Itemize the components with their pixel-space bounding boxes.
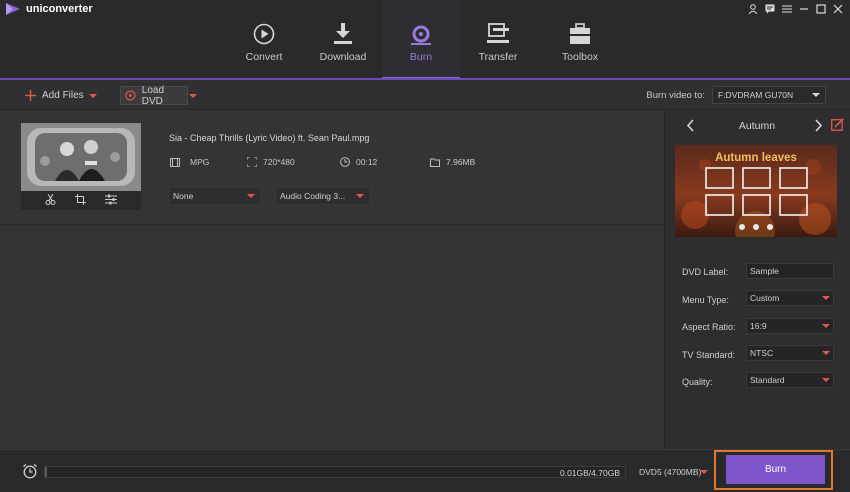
disc-capacity-bar: 0.01GB/4.70GB: [44, 466, 626, 478]
tab-convert[interactable]: Convert: [225, 0, 303, 80]
folder-icon: [430, 158, 440, 167]
add-files-button[interactable]: Add Files: [25, 87, 84, 104]
burn-video-to-label: Burn video to:: [646, 90, 705, 101]
dvd-disc-icon: [125, 90, 136, 101]
aspect-ratio-value: 16:9: [750, 321, 767, 331]
add-files-label: Add Files: [42, 90, 84, 101]
tab-download[interactable]: Download: [304, 0, 382, 80]
tab-burn-label: Burn: [409, 51, 433, 63]
tv-standard-value: NTSC: [750, 348, 774, 358]
burn-target-select[interactable]: F:DVDRAM GU70N: [712, 86, 826, 104]
next-template-icon[interactable]: [814, 119, 823, 137]
chevron-down-icon: [822, 296, 830, 300]
file-resolution: 720*480: [247, 157, 295, 167]
video-thumbnail-image: [21, 123, 141, 191]
adjust-sliders-icon[interactable]: [105, 192, 118, 210]
aspect-ratio-label: Aspect Ratio:: [682, 322, 736, 332]
chevron-down-icon: [812, 93, 820, 97]
dvd-label-input[interactable]: Sample: [746, 263, 834, 279]
file-format: MPG: [170, 157, 209, 167]
add-files-dropdown[interactable]: [89, 87, 97, 104]
maximize-icon[interactable]: [814, 2, 827, 16]
thumbnail-toolbar: [21, 191, 141, 210]
app-logo-icon: [6, 3, 20, 15]
file-size-value: 7.96MB: [446, 157, 476, 167]
video-thumbnail: [21, 123, 141, 210]
tab-transfer-label: Transfer: [478, 51, 518, 63]
message-icon[interactable]: [763, 2, 776, 16]
plus-icon: [25, 90, 36, 101]
quality-select[interactable]: Standard: [746, 372, 834, 388]
menu-icon[interactable]: [780, 2, 793, 16]
tab-convert-label: Convert: [245, 51, 283, 63]
chevron-down-icon: [822, 351, 830, 355]
quality-label: Quality:: [682, 377, 713, 387]
tab-download-label: Download: [319, 51, 367, 63]
quality-value: Standard: [750, 375, 785, 385]
app-window: uniconverter Convert Download Burn Trans…: [0, 0, 850, 492]
tab-transfer[interactable]: Transfer: [459, 0, 537, 80]
burn-target-value: F:DVDRAM GU70N: [718, 90, 794, 100]
subtitle-select-value: None: [173, 191, 194, 201]
load-dvd-dropdown[interactable]: [189, 87, 197, 104]
clock-icon: [340, 157, 350, 167]
disc-type-select[interactable]: DVD5 (4700MB): [636, 462, 710, 482]
menu-type-value: Custom: [750, 293, 780, 303]
chevron-down-icon: [189, 93, 197, 98]
menu-type-label: Menu Type:: [682, 295, 729, 305]
load-dvd-button[interactable]: Load DVD: [120, 84, 188, 107]
close-icon[interactable]: [831, 2, 844, 16]
chevron-down-icon: [822, 378, 830, 382]
tv-standard-select[interactable]: NTSC: [746, 345, 834, 361]
disc-type-value: DVD5 (4700MB): [639, 467, 702, 477]
convert-icon: [253, 21, 275, 45]
chevron-down-icon: [356, 194, 364, 198]
disc-capacity-fill: [45, 467, 48, 477]
tab-burn[interactable]: Burn: [382, 0, 460, 80]
tab-toolbox[interactable]: Toolbox: [541, 0, 619, 80]
burn-icon: [411, 21, 431, 45]
menu-type-select[interactable]: Custom: [746, 290, 834, 306]
theme-name: Autumn: [738, 120, 776, 132]
file-format-value: MPG: [190, 157, 210, 167]
burn-button[interactable]: Burn: [726, 455, 825, 484]
file-duration: 00:12: [340, 157, 377, 167]
template-preview: Autumn leaves: [675, 145, 837, 237]
chevron-down-icon: [247, 194, 255, 198]
chevron-down-icon: [89, 93, 97, 98]
load-dvd-label: Load DVD: [141, 84, 165, 107]
audio-track-select-value: Audio Coding 3...: [280, 191, 346, 201]
app-name: uniconverter: [26, 3, 93, 15]
top-navigation-bar: uniconverter Convert Download Burn Trans…: [0, 0, 850, 80]
tab-toolbox-label: Toolbox: [561, 51, 599, 63]
tv-standard-label: TV Standard:: [682, 350, 736, 360]
chevron-down-icon: [822, 324, 830, 328]
app-logo: uniconverter: [6, 3, 93, 15]
dvd-label-value: Sample: [750, 266, 779, 276]
subtitle-select[interactable]: None: [168, 187, 262, 205]
template-preview-title: Autumn leaves: [715, 152, 797, 164]
audio-track-select[interactable]: Audio Coding 3...: [275, 187, 371, 205]
scissors-icon[interactable]: [45, 192, 56, 210]
file-size: 7.96MB: [430, 157, 475, 167]
aspect-ratio-select[interactable]: 16:9: [746, 318, 834, 334]
transfer-icon: [487, 21, 509, 45]
crop-icon[interactable]: [74, 192, 86, 210]
account-icon[interactable]: [746, 2, 759, 16]
previous-template-icon[interactable]: [686, 119, 695, 137]
file-name: Sia - Cheap Thrills (Lyric Video) ft. Se…: [169, 133, 370, 143]
edit-template-icon[interactable]: [831, 118, 844, 136]
dvd-label-label: DVD Label:: [682, 267, 729, 277]
chevron-down-icon: [700, 470, 708, 474]
file-duration-value: 00:12: [356, 157, 378, 167]
toolbox-icon: [569, 21, 591, 45]
download-icon: [333, 21, 353, 45]
minimize-icon[interactable]: [797, 2, 810, 16]
file-resolution-value: 720*480: [263, 157, 295, 167]
window-controls: [746, 2, 844, 16]
disc-capacity-text: 0.01GB/4.70GB: [559, 468, 620, 478]
resolution-icon: [247, 157, 257, 167]
alarm-clock-icon[interactable]: [22, 463, 38, 484]
film-icon: [170, 157, 180, 167]
